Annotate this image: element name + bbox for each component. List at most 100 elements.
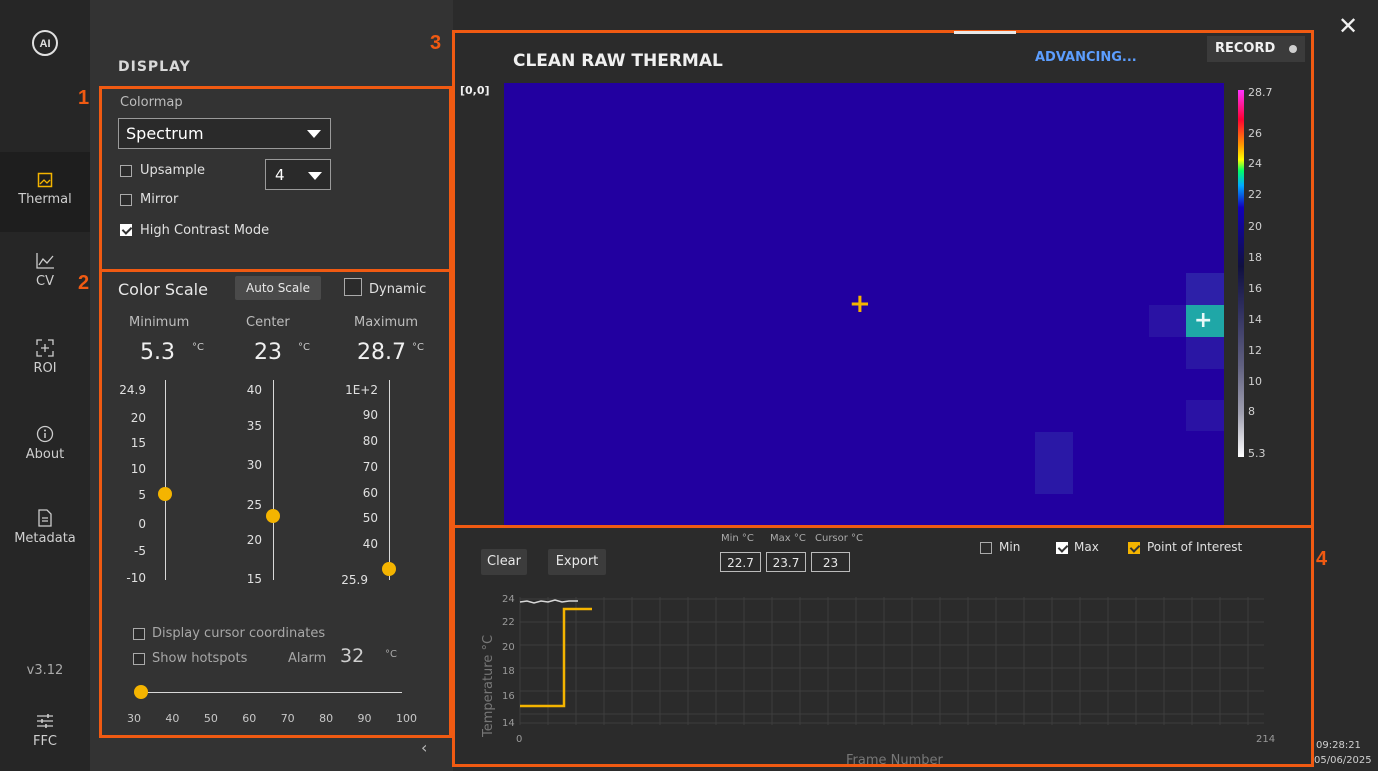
show-hotspots-label: Show hotspots (152, 651, 248, 666)
sliders-icon (37, 714, 53, 728)
colorbar-tick: 5.3 (1248, 447, 1266, 460)
cursor-header: Cursor °C (815, 533, 864, 544)
clock-date: 05/06/2025 (1314, 755, 1372, 766)
alarm-tick: 60 (242, 712, 257, 725)
chevron-down-icon (308, 172, 322, 180)
min-slider-thumb[interactable] (158, 487, 172, 501)
sidebar-item-cv[interactable]: CV (0, 252, 90, 289)
upsample-value: 4 (275, 166, 285, 184)
show-hotspots-checkbox[interactable] (133, 653, 145, 665)
upsample-label: Upsample (140, 163, 206, 178)
max-tick: 60 (362, 486, 378, 500)
center-tick: 35 (246, 419, 262, 433)
info-icon (36, 425, 54, 443)
cursor-temp-value: 23 (811, 552, 850, 572)
max-unit: °C (412, 342, 424, 353)
center-slider-thumb[interactable] (266, 509, 280, 523)
mirror-checkbox[interactable] (120, 194, 132, 206)
center-value: 23 (254, 340, 282, 365)
sidebar-item-roi[interactable]: ROI (0, 339, 90, 376)
ffc-button[interactable]: FFC (0, 712, 90, 749)
max-slider-thumb[interactable] (382, 562, 396, 576)
callout-4: 4 (1316, 548, 1328, 570)
callout-2: 2 (78, 272, 90, 294)
colorbar-tick: 20 (1248, 220, 1262, 233)
min-tick: 0 (138, 517, 146, 531)
alarm-tick: 30 (127, 712, 141, 725)
upsample-select[interactable]: 4 (265, 159, 331, 190)
colormap-label: Colormap (120, 95, 183, 110)
dynamic-checkbox[interactable] (344, 278, 362, 296)
chart-line-icon (36, 253, 54, 269)
legend-poi-label: Point of Interest (1147, 540, 1243, 554)
sidebar-item-label: Metadata (14, 531, 76, 546)
max-tick: 70 (362, 460, 378, 474)
display-cursor-label: Display cursor coordinates (152, 626, 326, 641)
thermal-pixel-warm (1035, 432, 1073, 494)
sidebar-item-metadata[interactable]: Metadata (0, 509, 90, 546)
min-slider-track[interactable] (165, 380, 166, 580)
callout-1: 1 (78, 87, 90, 109)
sidebar-item-about[interactable]: About (0, 425, 90, 462)
auto-scale-button[interactable]: Auto Scale (235, 276, 321, 300)
alarm-tick: 90 (357, 712, 372, 725)
alarm-slider-thumb[interactable] (134, 685, 148, 699)
min-tick: 15 (130, 436, 146, 450)
x-axis-label: Frame Number (846, 753, 944, 765)
colormap-value: Spectrum (126, 124, 204, 143)
close-icon[interactable]: ✕ (1338, 14, 1358, 38)
max-tick: 80 (362, 434, 378, 448)
colorbar (1238, 90, 1244, 457)
document-icon (38, 509, 52, 527)
center-slider-track[interactable] (273, 380, 274, 580)
y-tick: 14 (502, 718, 515, 729)
colorbar-tick: 16 (1248, 282, 1262, 295)
sidebar-item-thermal[interactable]: Thermal (0, 152, 90, 232)
max-slider-track[interactable] (389, 380, 390, 580)
colorbar-tick: 12 (1248, 344, 1262, 357)
sidebar: AI Thermal CV ROI About Metadata v3.12 F… (0, 0, 90, 771)
display-cursor-checkbox[interactable] (133, 628, 145, 640)
alarm-slider-track[interactable] (141, 692, 402, 693)
center-tick: 30 (246, 458, 262, 472)
max-series-line (519, 599, 578, 604)
roi-icon (36, 339, 54, 357)
legend-max-checkbox[interactable] (1056, 542, 1068, 554)
min-tick: 5 (138, 488, 146, 502)
min-temp-value: 22.7 (720, 552, 761, 572)
callout-3: 3 (430, 32, 442, 54)
max-tick: 50 (362, 511, 378, 525)
high-contrast-checkbox[interactable] (120, 224, 132, 236)
mirror-label: Mirror (140, 192, 179, 207)
hotspot-marker-icon: + (1194, 308, 1213, 333)
colorbar-tick: 26 (1248, 127, 1262, 140)
max-header: Max °C (770, 533, 806, 544)
temperature-plot: 24 22 20 18 16 14 0 214 Temperature °C F… (481, 594, 1275, 765)
alarm-tick: 40 (165, 712, 180, 725)
min-tick: -10 (126, 571, 146, 585)
chevron-down-icon (307, 130, 321, 138)
upsample-checkbox[interactable] (120, 165, 132, 177)
colormap-select[interactable]: Spectrum (118, 118, 331, 149)
center-tick: 25 (246, 498, 262, 512)
min-tick: -5 (134, 544, 146, 558)
legend-max-label: Max (1074, 540, 1099, 554)
legend-poi-checkbox[interactable] (1128, 542, 1140, 554)
center-tick: 20 (246, 533, 262, 547)
record-dot-icon (1289, 45, 1297, 53)
clear-button[interactable]: Clear (481, 549, 527, 575)
y-tick: 22 (502, 617, 515, 628)
alarm-tick: 70 (280, 712, 295, 725)
thermal-image[interactable]: + + (504, 83, 1224, 525)
legend-min-checkbox[interactable] (980, 542, 992, 554)
alarm-tick: 50 (203, 712, 218, 725)
max-tick: 40 (362, 537, 378, 551)
record-button[interactable]: RECORD (1207, 36, 1305, 62)
thermal-tab-indicator (954, 31, 1016, 34)
max-tick: 25.9 (341, 573, 368, 587)
colorbar-tick: 28.7 (1248, 86, 1273, 99)
max-temp-value: 23.7 (766, 552, 806, 572)
origin-label: [0,0] (460, 84, 490, 97)
export-button[interactable]: Export (548, 549, 606, 575)
collapse-panel-icon[interactable]: ‹ (421, 738, 427, 757)
